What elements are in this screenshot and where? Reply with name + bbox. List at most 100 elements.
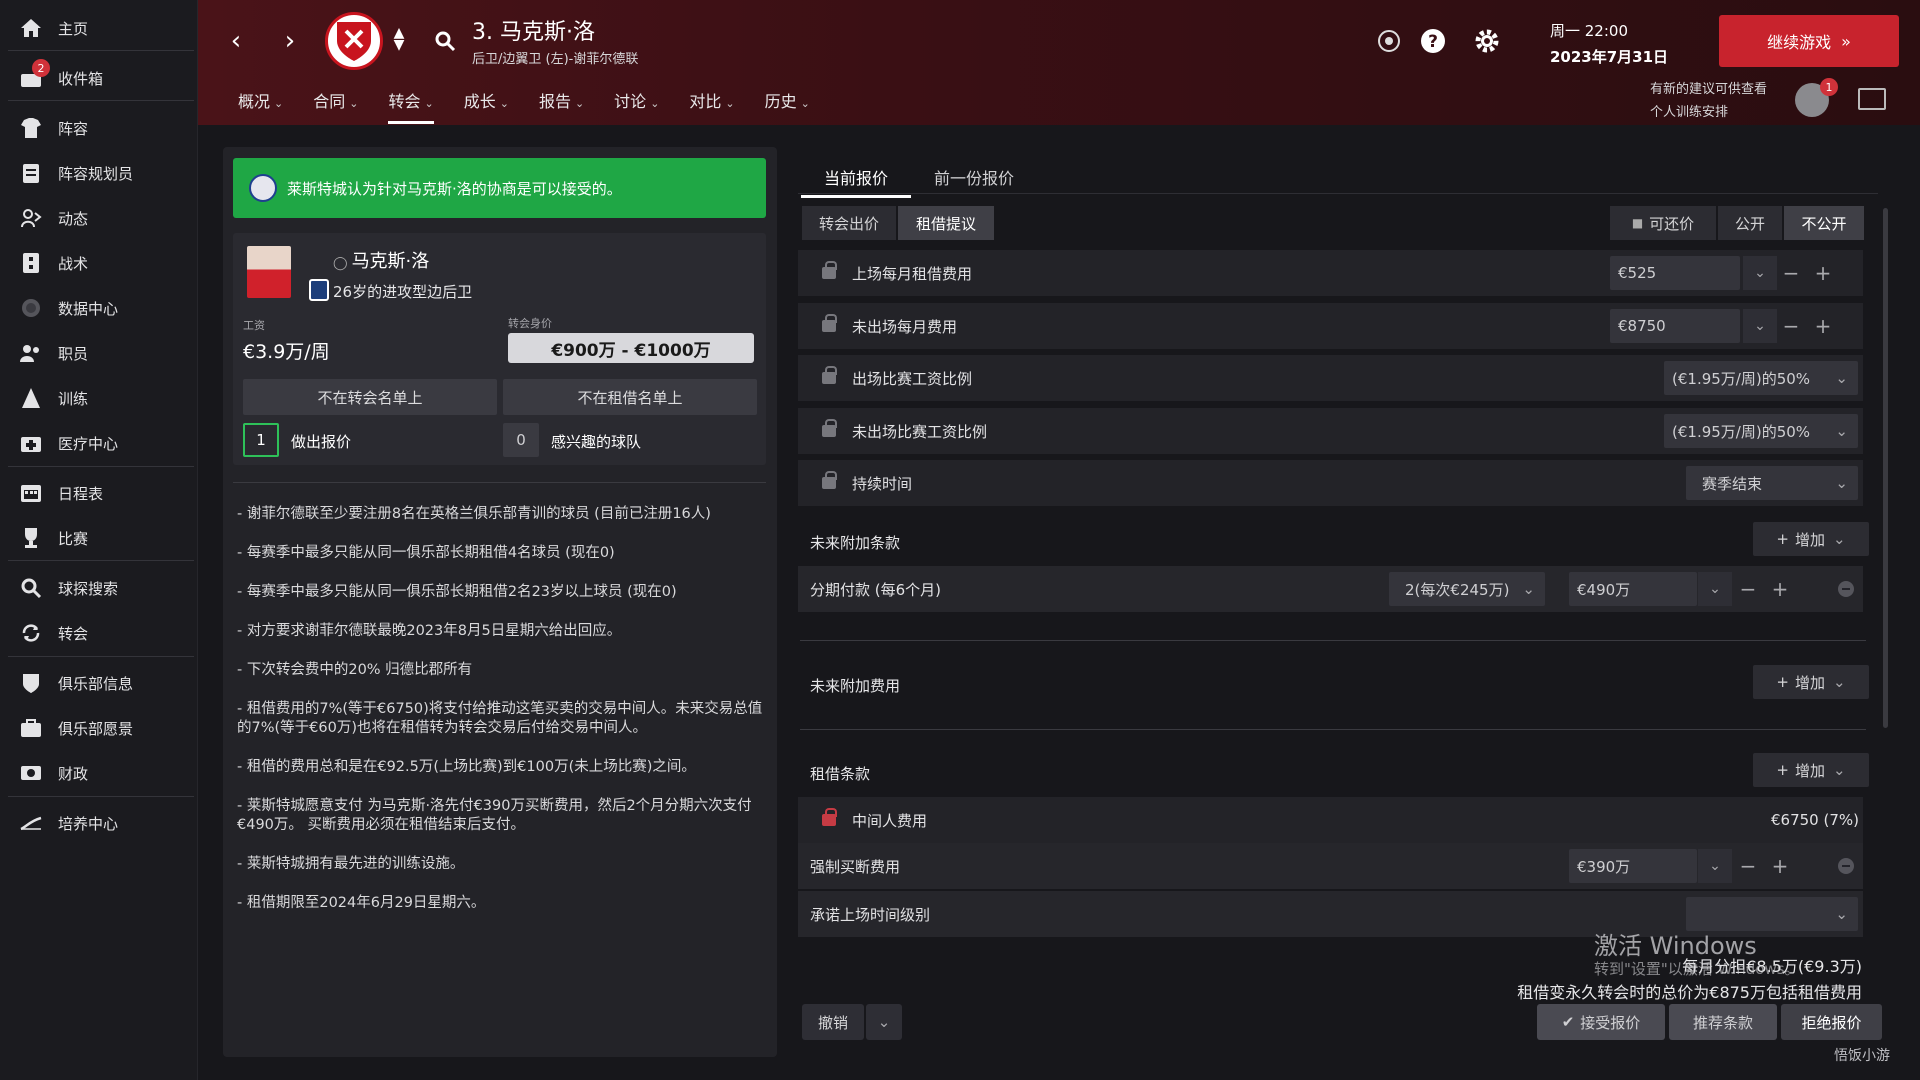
lock-icon[interactable] [822, 366, 837, 384]
lock-icon[interactable] [822, 314, 837, 332]
installments-total-input[interactable]: €490万 [1569, 572, 1697, 606]
duration-select[interactable]: 赛季结束 ⌄ [1686, 466, 1858, 500]
sidebar-item-medical[interactable]: 医疗中心 [0, 423, 196, 463]
interested-label[interactable]: 感兴趣的球队 [551, 431, 641, 452]
wage-value: €3.9万/周 [243, 341, 330, 363]
lock-icon[interactable] [822, 471, 837, 489]
sidebar-item-inbox[interactable]: 2 收件箱 [0, 58, 196, 98]
tab-development[interactable]: 成长 ⌄ [464, 88, 509, 124]
continue-button[interactable]: 继续游戏» [1719, 15, 1899, 67]
fm-logo-button[interactable] [1374, 26, 1404, 56]
settings-button[interactable] [1472, 26, 1502, 56]
player-name[interactable]: ◯ 马克斯·洛 [333, 247, 429, 273]
search-button[interactable] [430, 26, 460, 56]
cancel-button[interactable]: 撤销 [802, 1004, 864, 1040]
divider [233, 482, 766, 483]
lock-icon[interactable] [822, 419, 837, 437]
tab-reports[interactable]: 报告 ⌄ [539, 88, 584, 124]
chevron-down-icon[interactable]: ⌄ [1698, 849, 1732, 883]
minus-button[interactable]: − [1735, 572, 1761, 606]
windows-activation-title: 激活 Windows [1594, 932, 1757, 960]
term-row-agent-fee: 中间人费用 €6750 (7%) [798, 797, 1863, 843]
player-portrait[interactable] [247, 246, 291, 298]
transfer-list-button[interactable]: 不在转会名单上 [243, 379, 497, 415]
seg-public[interactable]: 公开 [1718, 206, 1782, 240]
installments-count-select[interactable]: 2(每次€245万) ⌄ [1389, 572, 1545, 606]
chevron-down-icon[interactable]: ⌄ [1743, 256, 1777, 290]
tab-previous-offer[interactable]: 前一份报价 [934, 165, 1014, 189]
sidebar-item-training[interactable]: 训练 [0, 378, 196, 418]
plus-icon: + [1776, 530, 1789, 548]
remove-clause-button[interactable] [1838, 581, 1854, 597]
sidebar-item-squad-planner[interactable]: 阵容规划员 [0, 153, 196, 193]
sidebar-item-tactics[interactable]: 战术 [0, 243, 196, 283]
remove-term-button[interactable] [1838, 858, 1854, 874]
player-cycle-button[interactable]: ▲ ▼ [384, 24, 414, 54]
offers-count: 1 [243, 423, 279, 457]
offers-label[interactable]: 做出报价 [291, 431, 351, 452]
club-crest[interactable] [325, 12, 383, 70]
sidebar-item-data-hub[interactable]: 数据中心 [0, 288, 196, 328]
sidebar-item-competitions[interactable]: 比赛 [0, 518, 196, 558]
minus-button[interactable]: − [1778, 256, 1804, 290]
sidebar-item-schedule[interactable]: 日程表 [0, 473, 196, 513]
monthly-fee-not-playing-input[interactable]: €8750 [1610, 309, 1740, 343]
reject-offer-button[interactable]: 拒绝报价 [1781, 1004, 1882, 1040]
back-button[interactable]: ‹ [221, 26, 251, 56]
seg-private[interactable]: 不公开 [1784, 206, 1864, 240]
sidebar-item-home[interactable]: 主页 [0, 8, 196, 48]
value-label: 转会身价 [508, 317, 552, 330]
sidebar-item-scouting[interactable]: 球探搜索 [0, 568, 196, 608]
plus-button[interactable]: + [1810, 309, 1836, 343]
sidebar-item-club-vision[interactable]: 俱乐部愿景 [0, 708, 196, 748]
offer-summary-panel: 莱斯特城认为针对马克斯·洛的协商是可以接受的。 ◯ 马克斯·洛 26岁的进攻型边后… [223, 147, 777, 1057]
tab-contract[interactable]: 合同 ⌄ [313, 88, 358, 124]
chevron-down-icon[interactable]: ⌄ [1698, 572, 1732, 606]
add-fee-button[interactable]: + 增加 ⌄ [1753, 665, 1869, 699]
add-loan-term-button[interactable]: + 增加 ⌄ [1753, 753, 1869, 787]
agent-fee-value: €6750 (7%) [1771, 811, 1859, 829]
add-clause-button[interactable]: + 增加 ⌄ [1753, 522, 1869, 556]
advice-notice[interactable]: 有新的建议可供查看 个人训练安排 [1650, 78, 1767, 124]
loan-list-button[interactable]: 不在租借名单上 [503, 379, 757, 415]
tab-overview[interactable]: 概况 ⌄ [238, 88, 283, 124]
seg-negotiable[interactable]: ■ 可还价 [1610, 206, 1716, 240]
sidebar-item-transfers[interactable]: 转会 [0, 613, 196, 653]
chevron-down-icon[interactable]: ⌄ [1743, 309, 1777, 343]
minus-button[interactable]: − [1778, 309, 1804, 343]
sidebar-item-label: 训练 [58, 389, 89, 408]
note-item: - 租借的费用总和是在€92.5万(上场比赛)到€100万(未上场比赛)之间。 [237, 759, 696, 775]
seg-transfer-offer[interactable]: 转会出价 [802, 206, 896, 240]
tab-discuss[interactable]: 讨论 ⌄ [614, 88, 659, 124]
cancel-options-button[interactable]: ⌄ [866, 1004, 902, 1040]
game-date[interactable]: 周一 22:00 2023年7月31日 [1550, 18, 1668, 70]
lock-icon[interactable] [822, 261, 837, 279]
forward-button[interactable]: › [275, 26, 305, 56]
plus-button[interactable]: + [1810, 256, 1836, 290]
sidebar-item-finances[interactable]: 财政 [0, 753, 196, 793]
scrollbar[interactable] [1883, 208, 1888, 728]
sidebar-item-dynamics[interactable]: 动态 [0, 198, 196, 238]
sidebar-item-staff[interactable]: 职员 [0, 333, 196, 373]
minus-button[interactable]: − [1735, 849, 1761, 883]
monthly-fee-playing-input[interactable]: €525 [1610, 256, 1740, 290]
help-button[interactable]: ? [1418, 26, 1448, 56]
tab-history[interactable]: 历史 ⌄ [765, 88, 810, 124]
sidebar-item-development[interactable]: 培养中心 [0, 803, 196, 843]
seg-loan-offer[interactable]: 租借提议 [898, 206, 994, 240]
wage-pct-not-playing-select[interactable]: (€1.95万/周)的50% ⌄ [1664, 414, 1858, 448]
sidebar-item-label: 培养中心 [58, 814, 119, 833]
sidebar-item-squad[interactable]: 阵容 [0, 108, 196, 148]
plus-button[interactable]: + [1767, 849, 1793, 883]
mandatory-buy-input[interactable]: €390万 [1569, 849, 1697, 883]
accept-offer-button[interactable]: ✔ 接受报价 [1537, 1004, 1665, 1040]
tab-compare[interactable]: 对比 ⌄ [689, 88, 734, 124]
monitor-icon[interactable] [1858, 88, 1886, 110]
plus-button[interactable]: + [1767, 572, 1793, 606]
chevron-down-icon: ⌄ [499, 97, 509, 110]
sidebar-item-club-info[interactable]: 俱乐部信息 [0, 663, 196, 703]
wage-pct-playing-select[interactable]: (€1.95万/周)的50% ⌄ [1664, 361, 1858, 395]
tab-transfer[interactable]: 转会 ⌄ [388, 88, 434, 124]
suggest-terms-button[interactable]: 推荐条款 [1669, 1004, 1777, 1040]
chevron-down-icon: ⌄ [800, 97, 810, 110]
